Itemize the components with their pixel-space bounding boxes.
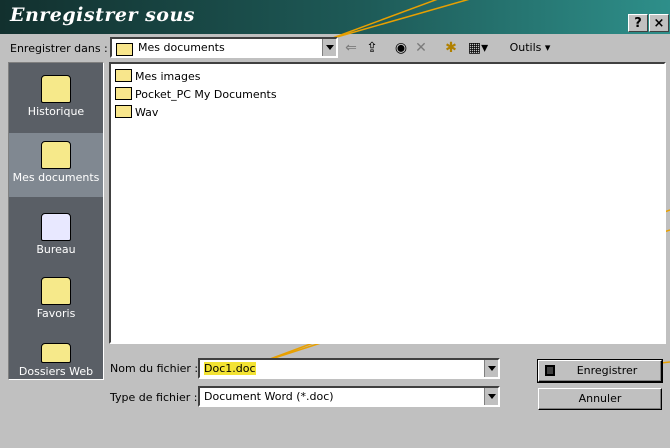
history-icon	[41, 75, 71, 103]
save-in-label: Enregistrer dans :	[10, 42, 108, 55]
tools-label: Outils	[509, 41, 542, 54]
place-dossiers-web[interactable]: Dossiers Web	[9, 343, 103, 378]
folder-icon	[115, 105, 132, 118]
save-button[interactable]: Enregistrer	[537, 359, 663, 383]
folder-icon	[115, 87, 132, 100]
list-item[interactable]: Pocket_PC My Documents	[115, 87, 277, 103]
place-mes-documents[interactable]: Mes documents	[9, 133, 103, 197]
filetype-value: Document Word (*.doc)	[204, 390, 334, 403]
save-as-dialog: Enregistrer sous ? × Enregistrer dans : …	[0, 0, 670, 448]
place-favoris[interactable]: Favoris	[9, 277, 103, 333]
filetype-label: Type de fichier :	[110, 391, 198, 404]
place-label: Mes documents	[12, 171, 100, 184]
web-folders-icon	[41, 343, 71, 363]
save-button-label: Enregistrer	[576, 364, 638, 377]
place-historique[interactable]: Historique	[9, 75, 103, 135]
chevron-down-icon[interactable]	[322, 39, 336, 56]
new-folder-icon[interactable]: ✱	[443, 38, 459, 58]
views-icon[interactable]: ▦▾	[466, 38, 490, 58]
place-label: Favoris	[36, 307, 76, 320]
place-label: Bureau	[36, 243, 76, 256]
back-icon[interactable]: ⇐	[344, 38, 358, 58]
chevron-down-icon[interactable]	[484, 388, 498, 405]
filetype-select[interactable]: Document Word (*.doc)	[198, 386, 500, 407]
my-documents-icon	[41, 141, 71, 169]
folder-icon	[115, 69, 132, 82]
chevron-down-icon[interactable]	[484, 360, 498, 377]
places-bar: Historique Mes documents Bureau Favoris …	[8, 62, 104, 380]
place-bureau[interactable]: Bureau	[9, 213, 103, 269]
desktop-icon	[41, 213, 71, 241]
list-item[interactable]: Mes images	[115, 69, 200, 85]
file-name: Pocket_PC My Documents	[135, 88, 277, 101]
cancel-button[interactable]: Annuler	[538, 388, 662, 410]
folder-icon	[116, 43, 133, 56]
filename-label: Nom du fichier :	[110, 362, 199, 375]
cancel-button-label: Annuler	[578, 392, 622, 405]
up-folder-icon[interactable]: ⇪	[364, 38, 380, 58]
list-item[interactable]: Wav	[115, 105, 158, 121]
tools-menu[interactable]: Outils ▾	[507, 38, 553, 58]
search-web-icon[interactable]: ◉	[393, 38, 409, 58]
place-label: Historique	[27, 105, 85, 118]
file-name: Mes images	[135, 70, 201, 83]
file-list[interactable]: Mes images Pocket_PC My Documents Wav	[109, 62, 666, 344]
title-bar[interactable]: Enregistrer sous ? ×	[0, 0, 670, 34]
filename-field[interactable]: Doc1.doc	[198, 358, 500, 379]
file-name: Wav	[135, 106, 159, 119]
save-in-value: Mes documents	[138, 41, 225, 54]
save-in-dropdown[interactable]: Mes documents	[110, 37, 338, 58]
delete-icon[interactable]: ✕	[414, 38, 428, 58]
floppy-disk-icon	[545, 365, 555, 376]
place-label: Dossiers Web	[18, 365, 94, 378]
window-title: Enregistrer sous	[10, 4, 195, 26]
close-button[interactable]: ×	[649, 14, 669, 32]
favorites-icon	[41, 277, 71, 305]
help-button[interactable]: ?	[628, 14, 648, 32]
filename-value: Doc1.doc	[204, 362, 256, 375]
